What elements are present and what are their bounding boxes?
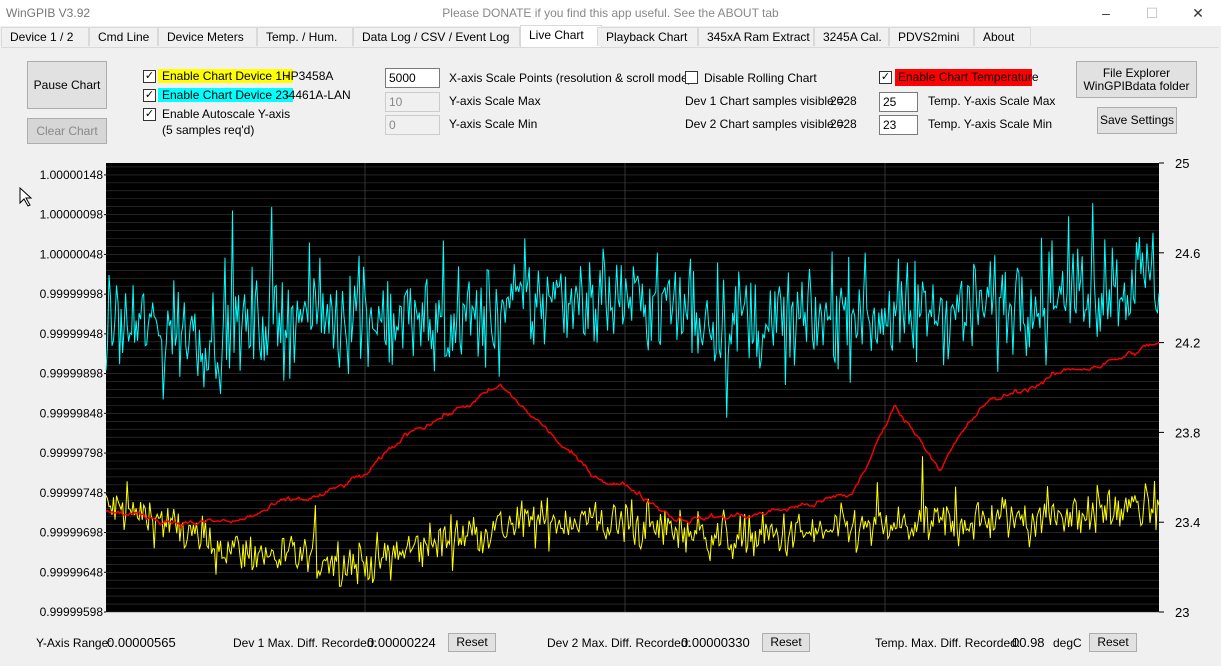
left-tick-label: 0.99999598 xyxy=(40,605,104,619)
left-axis: 1.00000148 1.00000098 1.00000048 0.99999998… xyxy=(40,168,106,619)
left-tick-label: 0.99999798 xyxy=(40,446,104,460)
left-tick-label: 0.99999948 xyxy=(40,327,104,341)
left-tick-label: 0.99999998 xyxy=(40,287,104,301)
dev2-reset-button[interactable]: Reset xyxy=(762,633,810,652)
left-tick-label: 0.99999698 xyxy=(40,526,104,540)
temp-reset-button[interactable]: Reset xyxy=(1089,633,1137,652)
dev2-diff-value: 0.00000330 xyxy=(681,635,750,650)
left-tick-label: 0.99999648 xyxy=(40,565,104,579)
left-tick-label: 1.00000148 xyxy=(40,168,104,182)
right-axis: 25 24.6 24.2 23.8 23.4 23 xyxy=(1159,156,1200,620)
right-tick-label: 23.8 xyxy=(1175,425,1200,440)
right-tick-label: 24.2 xyxy=(1175,336,1200,351)
left-tick-label: 0.99999748 xyxy=(40,486,104,500)
y-range-value: 0.00000565 xyxy=(107,635,176,650)
mouse-cursor-icon xyxy=(19,186,33,207)
right-tick-label: 24.6 xyxy=(1175,246,1200,261)
temp-unit: degC xyxy=(1053,636,1082,650)
dev1-diff-label: Dev 1 Max. Diff. Recorded: xyxy=(233,636,377,650)
left-tick-label: 1.00000048 xyxy=(40,247,104,261)
dev2-diff-label: Dev 2 Max. Diff. Recorded: xyxy=(547,636,691,650)
temp-diff-label: Temp. Max. Diff. Recorded: xyxy=(875,636,1021,650)
right-tick-label: 23.4 xyxy=(1175,515,1200,530)
dev1-diff-value: 0.00000224 xyxy=(367,635,436,650)
y-range-label: Y-Axis Range: xyxy=(36,636,112,650)
left-tick-label: 0.99999898 xyxy=(40,367,104,381)
dev1-reset-button[interactable]: Reset xyxy=(448,633,496,652)
left-tick-label: 1.00000098 xyxy=(40,208,104,222)
right-tick-label: 23 xyxy=(1175,605,1189,620)
left-tick-label: 0.99999848 xyxy=(40,406,104,420)
temp-diff-value: 00.98 xyxy=(1012,635,1045,650)
right-tick-label: 25 xyxy=(1175,156,1189,171)
live-chart: 1.00000148 1.00000098 1.00000048 0.99999998… xyxy=(19,156,1200,620)
